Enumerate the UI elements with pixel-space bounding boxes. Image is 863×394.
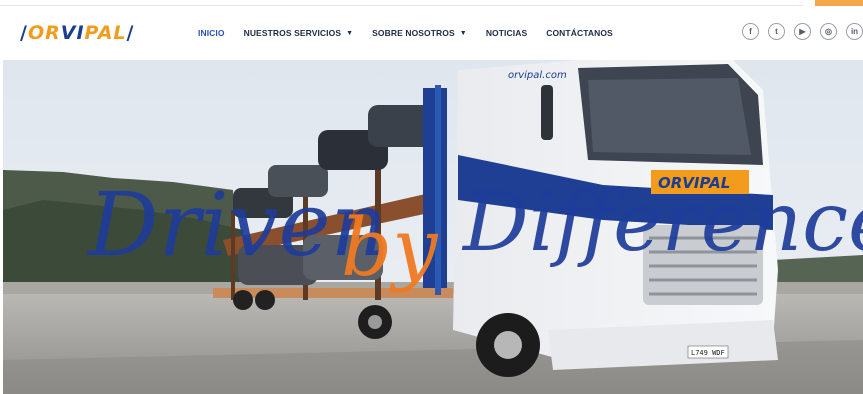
linkedin-icon[interactable]: in — [846, 23, 863, 40]
nav-item-noticias[interactable]: NOTICIAS — [486, 28, 527, 38]
logo-text-or: OR — [27, 22, 61, 44]
hero-image: ORVIPAL L749 WDF orvipal.com Driven by D… — [3, 60, 863, 394]
tagline-word-difference: Difference — [461, 175, 863, 270]
instagram-icon[interactable]: ◎ — [820, 23, 837, 40]
nav-item-label: NOTICIAS — [485, 28, 528, 38]
nav-item-sobre-nosotros[interactable]: SOBRE NOSOTROS ▼ — [372, 28, 467, 38]
twitter-icon[interactable]: t — [768, 23, 785, 40]
logo-text-pal: PAL — [84, 22, 127, 44]
tagline-word-by: by — [341, 201, 439, 294]
nav-item-label: INICIO — [198, 28, 225, 38]
logo-text-vi: VI — [60, 22, 85, 44]
nav-item-contactanos[interactable]: CONTÁCTANOS — [546, 28, 613, 38]
caret-down-icon: ▼ — [346, 29, 354, 37]
nav-item-inicio[interactable]: INICIO — [198, 28, 225, 38]
youtube-icon[interactable]: ▶ — [794, 23, 811, 40]
social-links: f t ▶ ◎ in — [742, 23, 863, 40]
logo-slash-left: / — [20, 22, 28, 44]
caret-down-icon: ▼ — [459, 29, 467, 37]
site-header: / OR VI PAL / INICIO NUESTROS SERVICIOS … — [0, 6, 863, 60]
truck-website-text: orvipal.com — [508, 70, 567, 81]
nav-item-label: SOBRE NOSOTROS — [372, 28, 455, 38]
nav-item-servicios[interactable]: NUESTROS SERVICIOS ▼ — [244, 28, 354, 38]
brand-logo[interactable]: / OR VI PAL / — [20, 20, 134, 46]
facebook-icon[interactable]: f — [742, 23, 759, 40]
nav-item-label: NUESTROS SERVICIOS — [243, 28, 342, 38]
hero-banner: ORVIPAL L749 WDF orvipal.com Driven by D… — [3, 60, 863, 394]
license-plate-text: L749 WDF — [691, 349, 725, 357]
logo-slash-right: / — [126, 22, 135, 44]
main-nav: INICIO NUESTROS SERVICIOS ▼ SOBRE NOSOTR… — [198, 6, 613, 60]
nav-item-label: CONTÁCTANOS — [546, 28, 613, 38]
